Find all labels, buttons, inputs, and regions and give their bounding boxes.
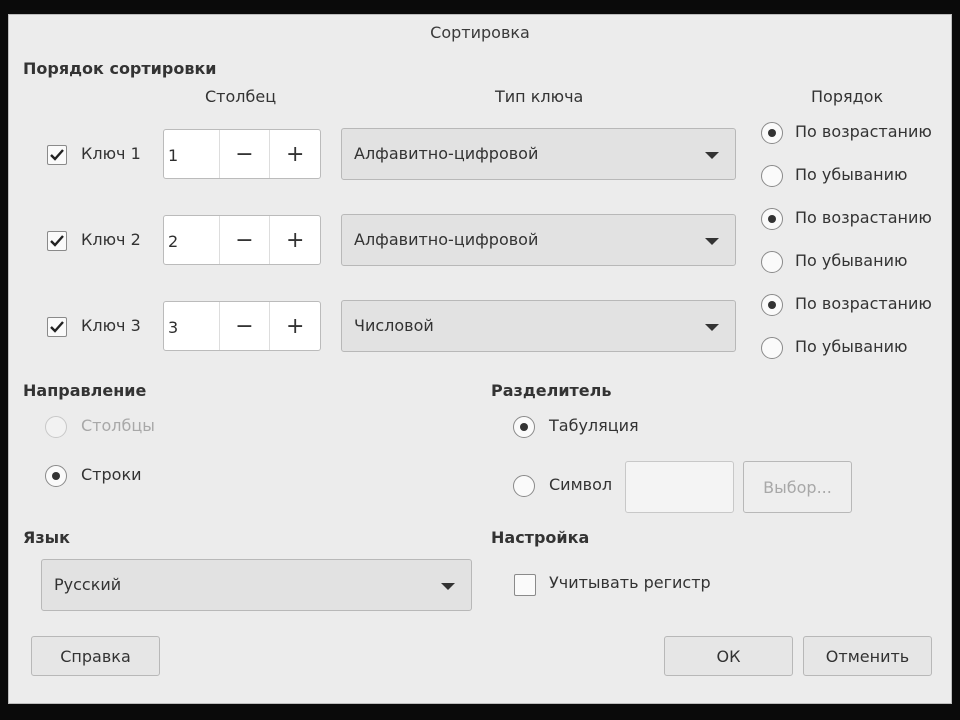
chevron-down-icon: [441, 583, 455, 590]
key-3-column-spinner[interactable]: 3 − +: [163, 301, 321, 351]
key-3-descending-label: По убыванию: [795, 337, 908, 356]
sort-dialog: Сортировка Порядок сортировки Столбец Ти…: [8, 14, 952, 704]
separator-symbol-input[interactable]: [625, 461, 734, 513]
direction-columns-label: Столбцы: [81, 416, 155, 435]
key-1-ascending-label: По возрастанию: [795, 122, 932, 141]
chevron-down-icon: [705, 152, 719, 159]
key-1-label: Ключ 1: [81, 144, 141, 163]
key-2-checkbox[interactable]: [47, 231, 67, 251]
key-2-ascending-label: По возрастанию: [795, 208, 932, 227]
direction-rows-radio[interactable]: [45, 465, 67, 487]
ok-button[interactable]: ОК: [664, 636, 793, 676]
key-1-increment-button[interactable]: +: [270, 130, 320, 178]
case-sensitive-label: Учитывать регистр: [549, 573, 711, 592]
key-1-column-spinner[interactable]: 1 − +: [163, 129, 321, 179]
case-sensitive-checkbox[interactable]: [514, 574, 536, 596]
chevron-down-icon: [705, 324, 719, 331]
key-3-checkbox[interactable]: [47, 317, 67, 337]
column-header: Столбец: [205, 87, 277, 106]
key-2-descending-radio[interactable]: [761, 251, 783, 273]
key-2-column-value[interactable]: 2: [164, 216, 220, 264]
key-1-descending-label: По убыванию: [795, 165, 908, 184]
key-1-type-value: Алфавитно-цифровой: [354, 144, 539, 163]
chevron-down-icon: [705, 238, 719, 245]
key-2-type-value: Алфавитно-цифровой: [354, 230, 539, 249]
direction-columns-radio[interactable]: [45, 416, 67, 438]
help-button[interactable]: Справка: [31, 636, 160, 676]
dialog-title: Сортировка: [430, 23, 530, 42]
key-type-header: Тип ключа: [495, 87, 584, 106]
separator-symbol-label: Символ: [549, 475, 613, 494]
options-heading: Настройка: [491, 528, 590, 547]
sort-order-heading: Порядок сортировки: [23, 59, 217, 78]
separator-tab-label: Табуляция: [549, 416, 639, 435]
key-2-descending-label: По убыванию: [795, 251, 908, 270]
key-2-column-spinner[interactable]: 2 − +: [163, 215, 321, 265]
key-3-ascending-label: По возрастанию: [795, 294, 932, 313]
key-2-ascending-radio[interactable]: [761, 208, 783, 230]
cancel-button[interactable]: Отменить: [803, 636, 932, 676]
language-dropdown[interactable]: Русский: [41, 559, 472, 611]
key-1-ascending-radio[interactable]: [761, 122, 783, 144]
key-1-checkbox[interactable]: [47, 145, 67, 165]
key-2-decrement-button[interactable]: −: [220, 216, 271, 264]
choose-symbol-button[interactable]: Выбор...: [743, 461, 852, 513]
key-3-label: Ключ 3: [81, 316, 141, 335]
key-3-column-value[interactable]: 3: [164, 302, 220, 350]
key-3-decrement-button[interactable]: −: [220, 302, 271, 350]
key-3-increment-button[interactable]: +: [270, 302, 320, 350]
direction-rows-label: Строки: [81, 465, 142, 484]
key-1-type-dropdown[interactable]: Алфавитно-цифровой: [341, 128, 736, 180]
checkmark-icon: [50, 235, 64, 247]
key-3-type-value: Числовой: [354, 316, 434, 335]
checkmark-icon: [50, 321, 64, 333]
key-2-increment-button[interactable]: +: [270, 216, 320, 264]
key-1-column-value[interactable]: 1: [164, 130, 220, 178]
key-1-descending-radio[interactable]: [761, 165, 783, 187]
separator-symbol-radio[interactable]: [513, 475, 535, 497]
key-3-ascending-radio[interactable]: [761, 294, 783, 316]
checkmark-icon: [50, 149, 64, 161]
order-header: Порядок: [811, 87, 884, 106]
key-1-decrement-button[interactable]: −: [220, 130, 271, 178]
key-2-label: Ключ 2: [81, 230, 141, 249]
direction-heading: Направление: [23, 381, 147, 400]
language-value: Русский: [54, 575, 122, 594]
key-3-type-dropdown[interactable]: Числовой: [341, 300, 736, 352]
separator-tab-radio[interactable]: [513, 416, 535, 438]
key-2-type-dropdown[interactable]: Алфавитно-цифровой: [341, 214, 736, 266]
key-3-descending-radio[interactable]: [761, 337, 783, 359]
separator-heading: Разделитель: [491, 381, 612, 400]
language-heading: Язык: [23, 528, 70, 547]
